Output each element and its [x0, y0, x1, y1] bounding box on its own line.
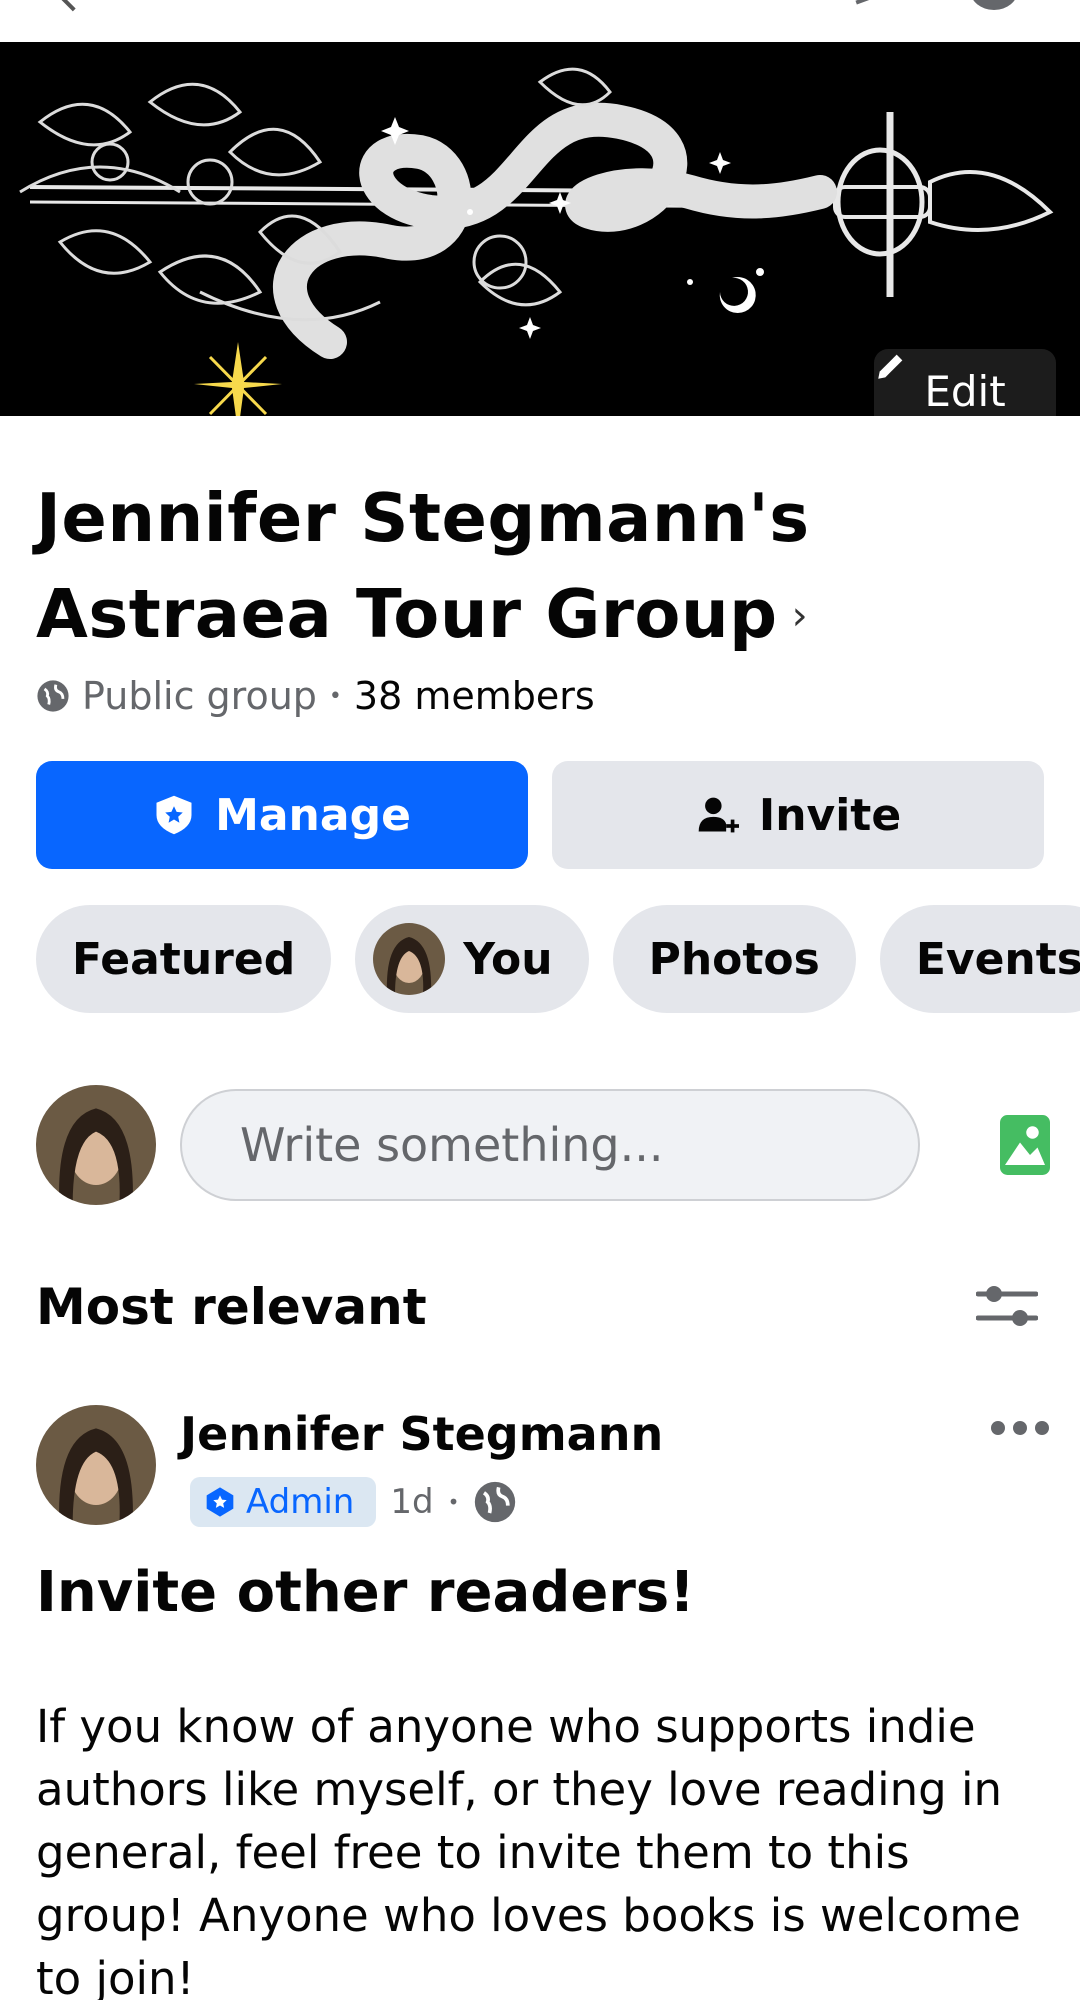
post-author[interactable]: Jennifer Stegmann — [180, 1407, 663, 1461]
admin-badge: Admin — [190, 1477, 377, 1527]
tab-events-label: Events — [915, 933, 1080, 985]
shield-star-icon — [156, 795, 192, 835]
chevron-right-icon: › — [791, 593, 809, 639]
avatar[interactable] — [36, 1085, 156, 1205]
edit-cover-label: Edit — [924, 366, 1006, 416]
sort-label[interactable]: Most relevant — [36, 1278, 427, 1336]
group-title[interactable]: Jennifer Stegmann's Astraea Tour Group › — [36, 470, 1036, 664]
manage-label: Manage — [215, 789, 411, 841]
invite-label: Invite — [758, 789, 902, 841]
globe-icon — [475, 1481, 516, 1523]
post-composer: Write something... — [36, 1085, 1050, 1205]
tab-featured[interactable]: Featured — [36, 905, 332, 1013]
meta-separator: • — [328, 683, 342, 709]
more-dots-icon[interactable] — [991, 1421, 1049, 1435]
tab-featured-label: Featured — [72, 933, 296, 985]
add-person-icon — [698, 797, 739, 833]
post-meta: Admin 1d • — [190, 1477, 517, 1527]
globe-icon — [37, 680, 69, 712]
back-arrow-icon[interactable] — [58, 0, 82, 12]
group-action-buttons: Manage Invite — [36, 761, 1044, 869]
post-header: Jennifer Stegmann Admin 1d • — [36, 1405, 1049, 1531]
admin-shield-icon — [206, 1487, 234, 1517]
member-count[interactable]: 38 members — [354, 674, 595, 718]
tab-photos[interactable]: Photos — [612, 905, 856, 1013]
invite-button[interactable]: Invite — [552, 761, 1044, 869]
group-tabs: Featured You Photos Events — [36, 905, 1080, 1013]
post-meta-separator: • — [447, 1490, 460, 1514]
cover-photo: Edit — [0, 42, 1080, 416]
profile-icon[interactable] — [970, 0, 1018, 10]
avatar[interactable] — [36, 1405, 156, 1525]
photo-icon[interactable] — [1000, 1115, 1050, 1175]
admin-badge-label: Admin — [246, 1482, 355, 1522]
top-bar — [0, 0, 1080, 42]
feed-sort-row: Most relevant — [36, 1270, 1044, 1350]
group-meta: Public group • 38 members — [36, 674, 595, 718]
edit-cover-button[interactable]: Edit — [874, 349, 1056, 416]
tab-photos-label: Photos — [648, 933, 820, 985]
filter-sliders-icon[interactable] — [976, 1280, 1038, 1332]
search-icon[interactable] — [854, 0, 872, 5]
post-title: Invite other readers! — [36, 1560, 695, 1625]
avatar — [373, 923, 446, 995]
tab-events[interactable]: Events — [879, 905, 1080, 1013]
post-body: If you know of anyone who supports indie… — [36, 1700, 1021, 2000]
group-privacy: Public group — [82, 674, 317, 718]
group-title-text: Jennifer Stegmann's Astraea Tour Group — [36, 479, 810, 653]
write-something-input[interactable]: Write something... — [180, 1089, 920, 1201]
tab-you[interactable]: You — [355, 905, 589, 1013]
manage-button[interactable]: Manage — [36, 761, 528, 869]
pencil-icon — [878, 354, 903, 379]
post-time[interactable]: 1d — [390, 1482, 433, 1522]
tab-you-label: You — [463, 933, 553, 985]
